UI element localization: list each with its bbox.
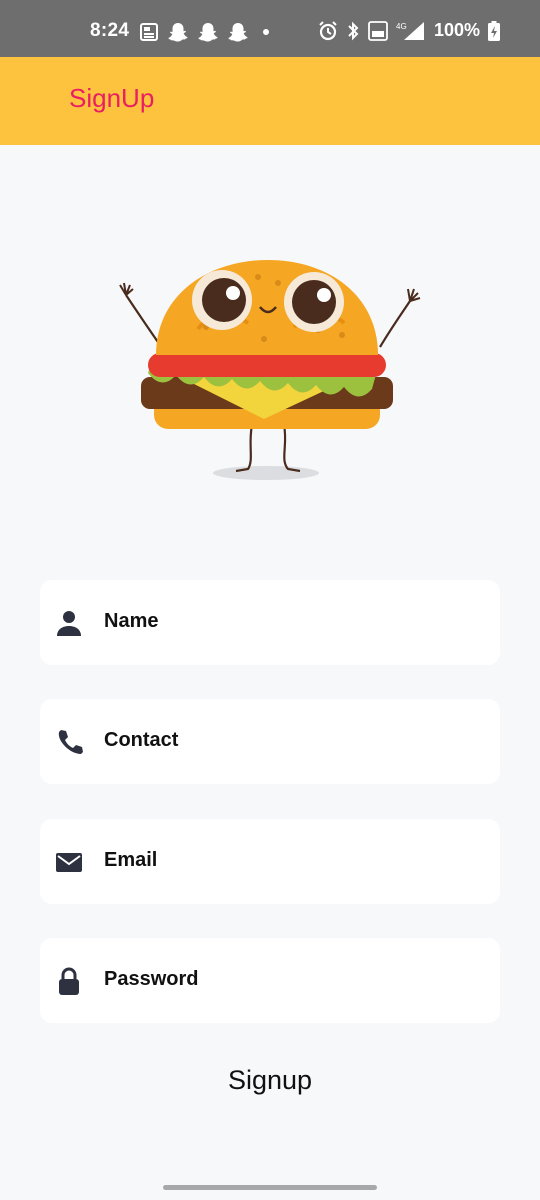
- name-label: Name: [104, 610, 159, 632]
- lock-icon: [59, 967, 79, 995]
- snapchat-icon: [198, 23, 218, 42]
- page-title: SignUp: [69, 83, 155, 113]
- notification-icons: [140, 22, 274, 42]
- battery-charging-icon: [488, 20, 501, 41]
- person-icon: [57, 611, 81, 636]
- home-indicator[interactable]: [163, 1185, 377, 1190]
- news-icon: [140, 23, 158, 41]
- volte-icon: [368, 20, 388, 41]
- dot-icon: [263, 29, 269, 35]
- signal-4g-icon: 4G: [396, 21, 424, 40]
- name-field[interactable]: Name: [40, 580, 500, 665]
- app-bar: SignUp: [0, 57, 540, 145]
- status-bar: 8:24 4G 100%: [0, 0, 540, 57]
- svg-text:4G: 4G: [396, 22, 407, 31]
- bluetooth-icon: [348, 21, 359, 40]
- system-icons: 4G 100%: [318, 20, 501, 41]
- mail-icon: [56, 853, 82, 872]
- snapchat-icon: [228, 23, 248, 42]
- email-label: Email: [104, 849, 158, 871]
- email-field[interactable]: Email: [40, 819, 500, 904]
- snapchat-icon: [168, 23, 188, 42]
- contact-label: Contact: [104, 729, 179, 751]
- phone-icon: [58, 730, 83, 754]
- burger-mascot-illustration: [119, 260, 421, 480]
- battery-percent: 100%: [434, 20, 481, 40]
- signup-button[interactable]: Signup: [170, 1058, 370, 1102]
- contact-field[interactable]: Contact: [40, 699, 500, 784]
- password-field[interactable]: Password: [40, 938, 500, 1023]
- status-time: 8:24: [90, 20, 130, 41]
- password-label: Password: [104, 968, 199, 990]
- alarm-icon: [319, 20, 337, 40]
